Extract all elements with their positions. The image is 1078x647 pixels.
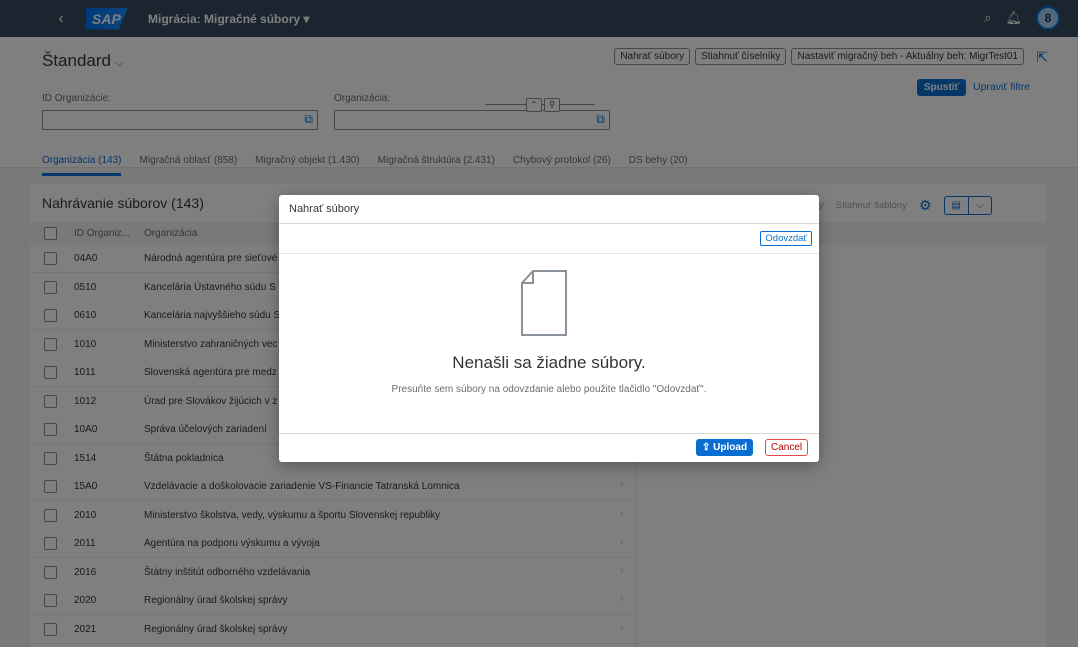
- dialog-footer-divider: [279, 433, 819, 434]
- upload-dialog: Nahrať súbory Odovzdať Nenašli sa žiadne…: [279, 195, 819, 462]
- upload-icon: ⇪: [702, 442, 714, 453]
- empty-title: Nenašli sa žiadne súbory.: [452, 353, 646, 372]
- dialog-toolbar-divider: [279, 253, 819, 254]
- upload-label: Upload: [713, 442, 748, 453]
- document-icon: [521, 270, 567, 336]
- upload-button[interactable]: ⇪ Upload: [696, 439, 754, 456]
- dialog-title: Nahrať súbory: [289, 203, 360, 215]
- upload-top-button[interactable]: Odovzdať: [760, 231, 812, 246]
- dialog-header-divider: [279, 223, 819, 224]
- cancel-button[interactable]: Cancel: [765, 439, 809, 456]
- empty-hint: Presuňte sem súbory na odovzdanie alebo …: [391, 384, 707, 395]
